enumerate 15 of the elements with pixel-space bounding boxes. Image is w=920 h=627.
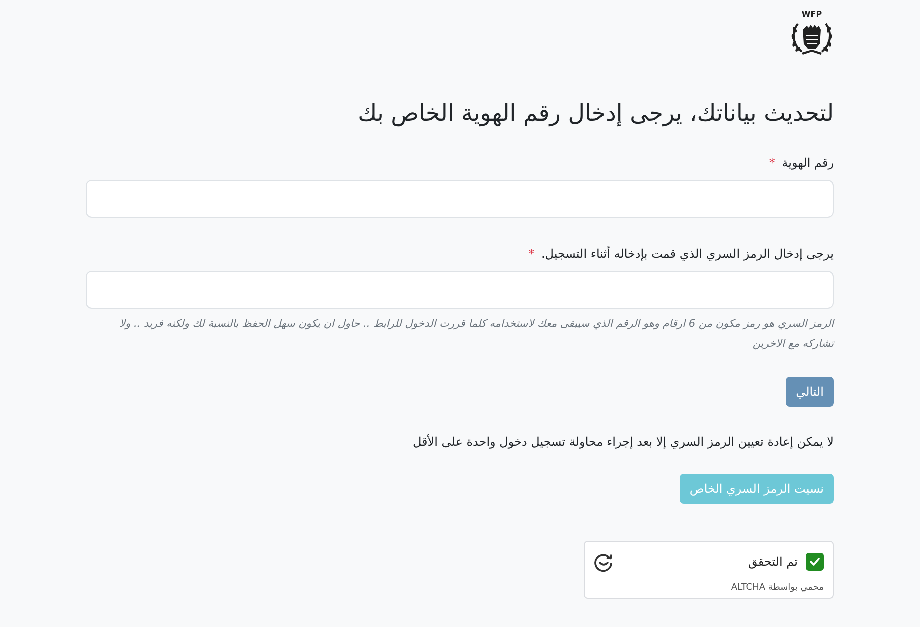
info-text: لا يمكن إعادة تعيين الرمز السري إلا بعد إجراء محاولة تسجيل دخول واحدة على الأقل bbox=[412, 434, 834, 451]
help-text: الرمز السري هو رمز مكون من 6 ارقام وهو الرقم الذي سيبقى معك لاستخدامه كلما قررت الدخول للرابط .. حاول ان يكون سهل الحفظ بالنسبة لك ولكنه فريد .. ولا تشاركه مع الاخرين bbox=[118, 317, 834, 352]
logo-text: WFP bbox=[802, 10, 822, 19]
required-asterisk: * bbox=[528, 247, 535, 261]
check-icon bbox=[810, 558, 820, 566]
page-heading: لتحديث بياناتك، يرجى إدخال رقم الهوية الخاص بك bbox=[357, 100, 834, 129]
field-label: يرجى إدخال الرمز السري الذي قمت بإدخاله أثناء التسجيل. bbox=[541, 247, 834, 261]
refresh-smile-icon bbox=[594, 552, 614, 572]
input-field[interactable] bbox=[86, 271, 834, 309]
input-field[interactable] bbox=[86, 180, 834, 218]
captcha-checkbox[interactable] bbox=[806, 553, 824, 571]
field-label: رقم الهوية bbox=[782, 156, 834, 170]
captcha-footer-text: محمي بواسطة ALTCHA bbox=[730, 582, 824, 594]
required-asterisk: * bbox=[769, 156, 776, 170]
captcha-label: تم التحقق bbox=[748, 555, 798, 569]
